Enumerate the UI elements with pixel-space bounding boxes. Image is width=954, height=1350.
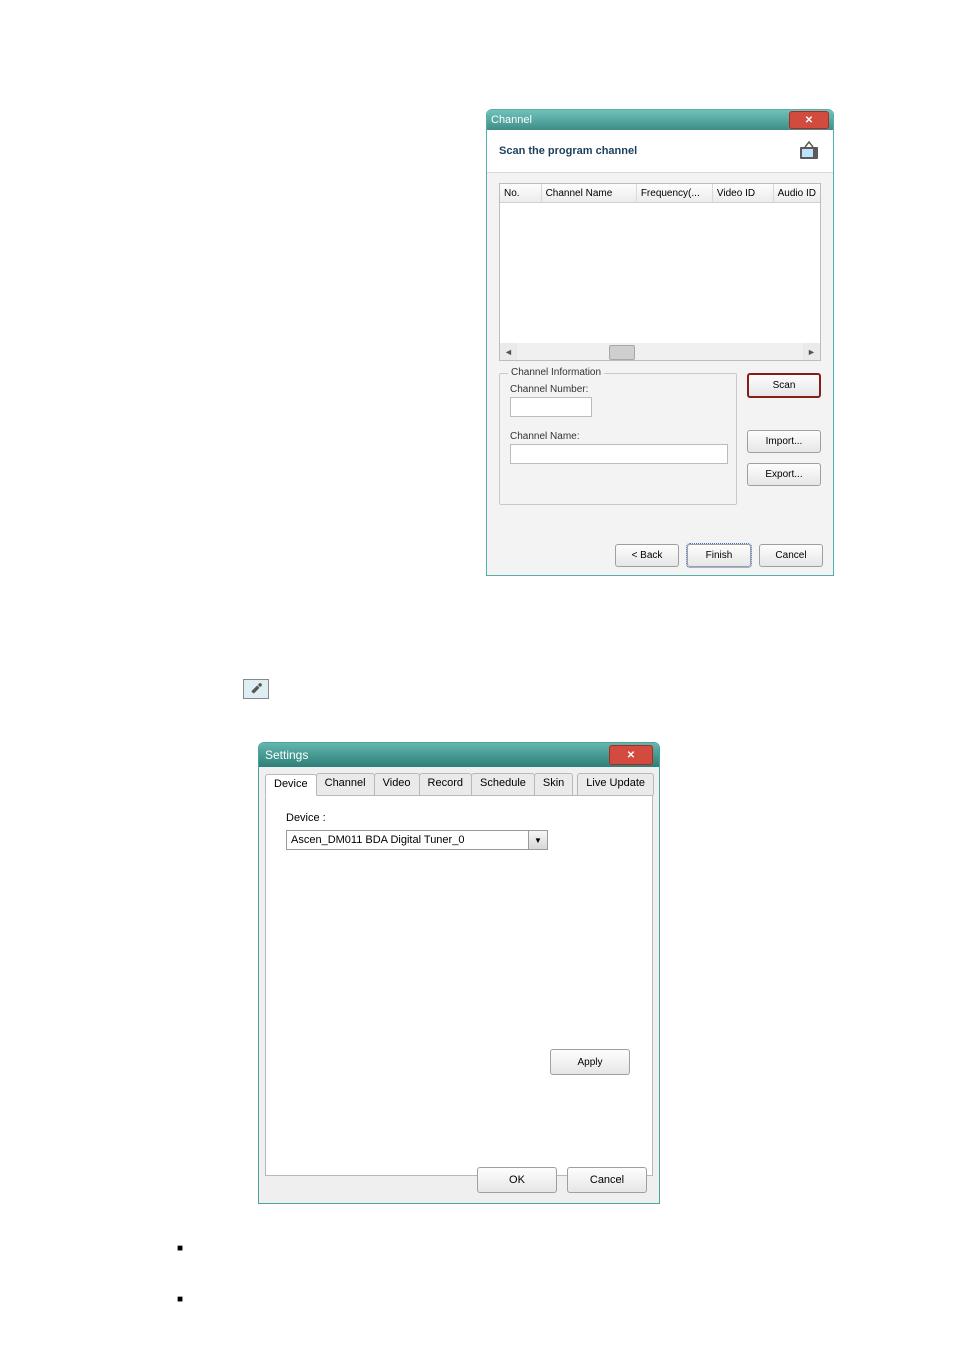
scroll-left-icon[interactable]: ◄ <box>500 343 517 360</box>
channel-number-label: Channel Number: <box>510 384 726 395</box>
scroll-thumb[interactable] <box>609 345 635 360</box>
channel-info-legend: Channel Information <box>508 367 604 378</box>
device-select-value: Ascen_DM011 BDA Digital Tuner_0 <box>287 831 528 849</box>
tv-icon <box>797 139 821 163</box>
export-button[interactable]: Export... <box>747 463 821 486</box>
scroll-right-icon[interactable]: ► <box>803 343 820 360</box>
ok-button[interactable]: OK <box>477 1167 557 1193</box>
bullet: ■ <box>174 1243 186 1255</box>
scroll-track[interactable] <box>517 343 803 360</box>
channel-titlebar: Channel ✕ <box>487 110 833 130</box>
chevron-down-icon[interactable]: ▼ <box>528 831 547 849</box>
grid-header: No. Channel Name Frequency(... Video ID … <box>500 184 820 203</box>
cancel-button[interactable]: Cancel <box>759 544 823 567</box>
col-channel-name[interactable]: Channel Name <box>542 184 637 202</box>
settings-title: Settings <box>265 748 308 762</box>
apply-button[interactable]: Apply <box>550 1049 630 1075</box>
tab-body-device: Device : Ascen_DM011 BDA Digital Tuner_0… <box>265 796 653 1176</box>
tab-skin[interactable]: Skin <box>534 773 573 795</box>
back-button[interactable]: < Back <box>615 544 679 567</box>
tab-record[interactable]: Record <box>419 773 472 795</box>
settings-titlebar: Settings ✕ <box>259 743 659 767</box>
scan-button[interactable]: Scan <box>747 373 821 398</box>
device-select[interactable]: Ascen_DM011 BDA Digital Tuner_0 ▼ <box>286 830 548 850</box>
tab-channel[interactable]: Channel <box>316 773 375 795</box>
channel-grid: No. Channel Name Frequency(... Video ID … <box>499 183 821 361</box>
channel-name-label: Channel Name: <box>510 431 726 442</box>
bullet: ■ <box>174 1294 186 1306</box>
col-audio-id[interactable]: Audio ID <box>774 184 820 202</box>
tab-schedule[interactable]: Schedule <box>471 773 535 795</box>
cancel-button[interactable]: Cancel <box>567 1167 647 1193</box>
close-icon[interactable]: ✕ <box>609 745 653 765</box>
channel-number-input[interactable] <box>510 397 592 417</box>
device-label: Device : <box>286 812 632 824</box>
channel-info-fieldset: Channel Information Channel Number: Chan… <box>499 373 737 505</box>
tool-icon[interactable] <box>243 679 269 699</box>
tab-live-update[interactable]: Live Update <box>577 773 654 795</box>
channel-header: Scan the program channel <box>487 130 833 173</box>
channel-name-input[interactable] <box>510 444 728 464</box>
tab-device[interactable]: Device <box>265 774 317 796</box>
col-frequency[interactable]: Frequency(... <box>637 184 713 202</box>
import-button[interactable]: Import... <box>747 430 821 453</box>
settings-dialog: Settings ✕ Device Channel Video Record S… <box>258 742 660 1204</box>
tab-video[interactable]: Video <box>374 773 420 795</box>
col-no[interactable]: No. <box>500 184 542 202</box>
channel-header-title: Scan the program channel <box>499 145 637 157</box>
channel-dialog: Channel ✕ Scan the program channel No. C… <box>486 109 834 576</box>
finish-button[interactable]: Finish <box>687 544 751 567</box>
col-video-id[interactable]: Video ID <box>713 184 774 202</box>
close-icon[interactable]: ✕ <box>789 111 829 129</box>
horizontal-scrollbar[interactable]: ◄ ► <box>500 343 820 360</box>
settings-tabs: Device Channel Video Record Schedule Ski… <box>265 773 653 796</box>
channel-title: Channel <box>491 114 532 126</box>
